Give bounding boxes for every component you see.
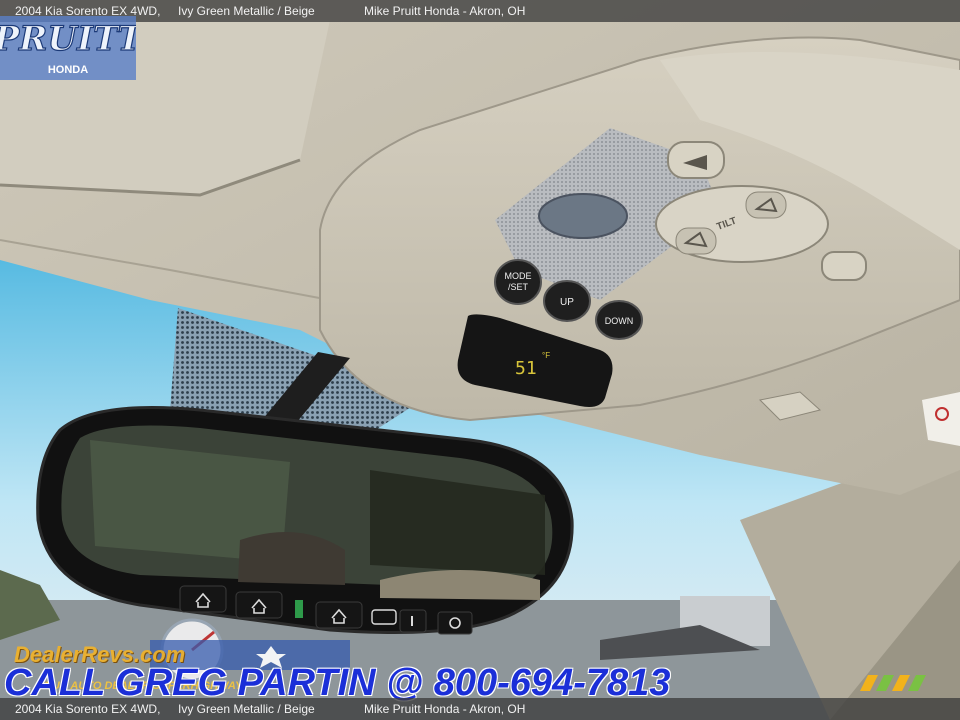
vehicle-colors: Ivy Green Metallic / Beige [178,702,315,716]
sunroof-open-button[interactable] [745,191,787,219]
garage-door-button-3[interactable] [315,601,363,629]
logo-word: PRUITT [0,19,136,59]
sunroof-close-button[interactable] [675,227,717,255]
up-button-label: UP [560,297,574,308]
interior-photo: TILT MODE /SET UP DOWN 51 °F [0,0,960,720]
auto-dim-off-button[interactable] [437,611,473,635]
down-button-label: DOWN [605,316,634,326]
reading-light-button[interactable] [821,251,867,281]
dealer-logo: PRUITT HONDA [0,16,136,80]
garage-door-button-2[interactable] [235,591,283,619]
temperature-unit: °F [542,351,550,360]
mirror-indicator-led [295,600,303,618]
dome-light-lens-icon [538,193,628,239]
vehicle-model: 2004 Kia Sorento EX 4WD, [15,702,161,716]
svg-text:/SET: /SET [508,282,529,292]
svg-text:MODE: MODE [505,271,532,281]
vehicle-colors: Ivy Green Metallic / Beige [178,4,315,18]
caption-bar-bottom: 2004 Kia Sorento EX 4WD, Ivy Green Metal… [0,698,960,720]
dealer-location: Mike Pruitt Honda - Akron, OH [364,702,526,716]
dealer-location: Mike Pruitt Honda - Akron, OH [364,4,526,18]
garage-door-button-1[interactable] [179,585,227,613]
caption-bar-top: 2004 Kia Sorento EX 4WD, Ivy Green Metal… [0,0,960,22]
temperature-value: 51 [515,358,537,379]
logo-sub: HONDA [48,64,88,76]
corner-brand-logo [860,675,926,691]
